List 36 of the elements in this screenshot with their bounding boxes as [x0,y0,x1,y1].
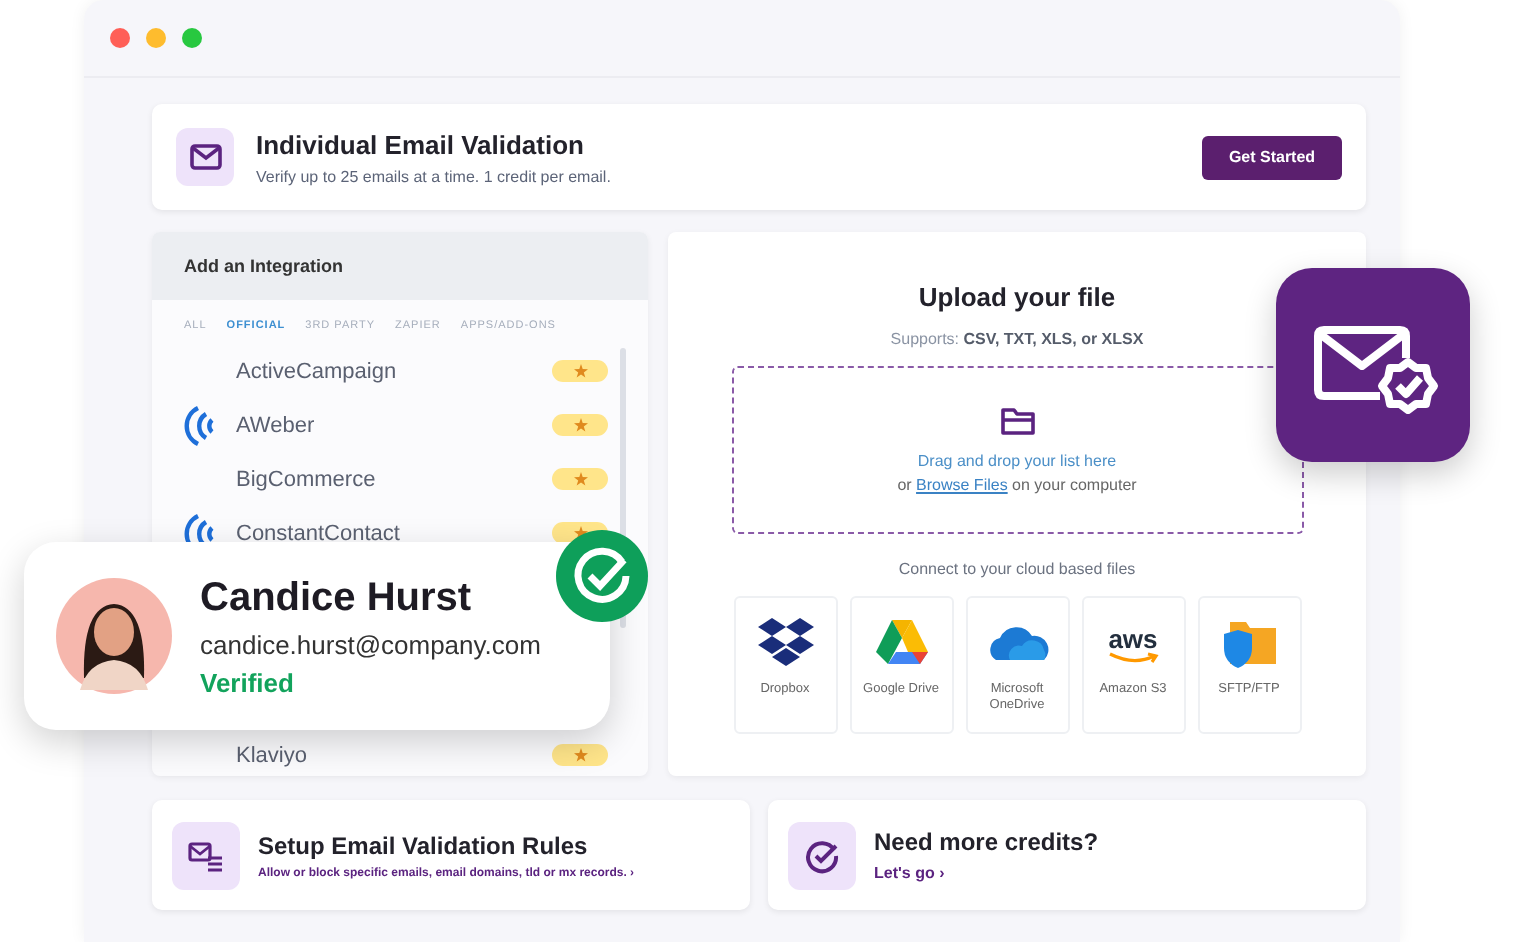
minimize-dot[interactable] [146,28,166,48]
check-circle-icon [804,837,840,873]
card-title: Need more credits? [874,828,1099,856]
card-title: Setup Email Validation Rules [258,831,590,859]
profile-email: candice.hurst@company.com [200,629,541,659]
card-link[interactable]: Let's go › [874,864,1099,882]
supported-formats: Supports: CSV, TXT, XLS, or XLSX [890,330,1144,348]
browse-files-link[interactable]: Browse Files [916,476,1008,494]
folder-icon [999,406,1035,436]
action-card[interactable]: Need more credits? Let's go › [768,800,1366,910]
verification-status: Verified [200,667,296,697]
star-icon [573,364,587,378]
maximize-dot[interactable] [182,28,202,48]
close-dot[interactable] [110,28,130,48]
star-icon [573,472,587,486]
profile-name: Candice Hurst [200,575,474,621]
header-title: Individual Email Validation [256,129,586,159]
aws-logo: aws [1107,616,1159,672]
star-icon [573,748,587,762]
header-subtitle: Verify up to 25 emails at a time. 1 credit per email. [256,167,613,185]
mail-icon [189,144,221,170]
drop-text: Drag and drop your list here [917,452,1117,470]
upload-title: Upload your file [918,282,1116,312]
mail-list-icon [188,839,224,871]
star-icon [573,418,587,432]
boxes-logo-icon [753,616,817,672]
get-started-button[interactable]: Get Started [1202,135,1342,179]
browse-text: or Browse Files on your computer [897,476,1137,494]
integration-title: Add an Integration [152,232,648,300]
integration-name[interactable]: ActiveCampaign [236,359,552,383]
integration-name[interactable]: Klaviyo [236,743,552,767]
integration-name[interactable]: AWeber [236,413,552,437]
cloud-label: Connect to your cloud based files [898,560,1136,578]
avatar-icon [56,578,172,694]
integration-name[interactable]: ConstantContact [236,521,552,545]
integration-name[interactable]: BigCommerce [236,467,552,491]
